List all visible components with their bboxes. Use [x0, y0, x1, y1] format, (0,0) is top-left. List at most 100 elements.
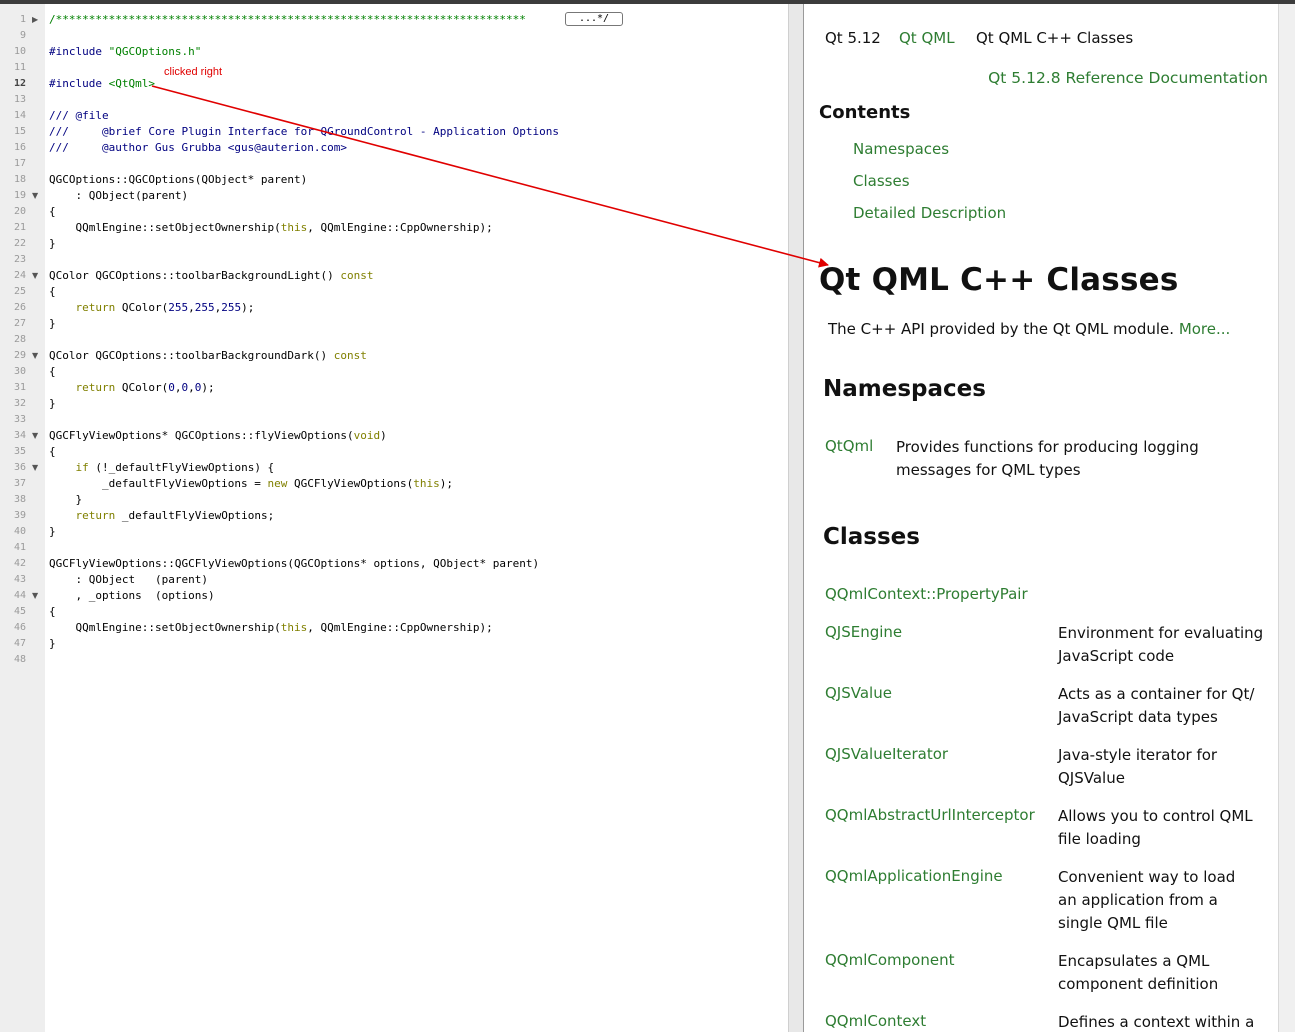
- code-line[interactable]: if (!_defaultFlyViewOptions) {: [49, 460, 275, 476]
- namespaces-heading: Namespaces: [823, 376, 986, 402]
- code-line[interactable]: QColor QGCOptions::toolbarBackgroundLigh…: [49, 268, 374, 284]
- reference-doc-link[interactable]: Qt 5.12.8 Reference Documentation: [988, 69, 1268, 87]
- pane-splitter[interactable]: [788, 4, 804, 1032]
- fold-collapse-icon[interactable]: ▼: [32, 588, 40, 604]
- code-line[interactable]: }: [49, 492, 82, 508]
- class-description: Java-style iterator for QJSValue: [1058, 746, 1218, 787]
- fold-collapse-icon[interactable]: ▼: [32, 348, 40, 364]
- code-line[interactable]: /***************************************…: [49, 12, 526, 28]
- line-number: 35: [13, 446, 26, 457]
- breadcrumb-module-link[interactable]: Qt QML: [899, 29, 955, 47]
- code-token: );: [439, 477, 454, 490]
- fold-expand-icon[interactable]: ▶: [32, 12, 40, 28]
- code-token: QGCOptions::QGCOptions(QObject* parent): [49, 173, 308, 186]
- line-number: 34: [13, 430, 26, 441]
- code-line[interactable]: QQmlEngine::setObjectOwnership(this, QQm…: [49, 620, 492, 636]
- code-token: return: [75, 509, 116, 522]
- code-line[interactable]: QGCFlyViewOptions::QGCFlyViewOptions(QGC…: [49, 556, 539, 572]
- fold-collapse-icon[interactable]: ▼: [32, 460, 40, 476]
- code-token: this: [413, 477, 440, 490]
- code-line[interactable]: QColor QGCOptions::toolbarBackgroundDark…: [49, 348, 367, 364]
- code-editor[interactable]: 1 ▶ 9 10 11 12 13 14 15 16 17 18 19 ▼ 20 21 22 23 24 ▼ 25 26 2…: [0, 4, 788, 1032]
- fold-collapse-icon[interactable]: ▼: [32, 188, 40, 204]
- help-scrollbar[interactable]: [1278, 4, 1295, 1032]
- code-line[interactable]: }: [49, 524, 56, 540]
- class-link[interactable]: QQmlApplicationEngine: [825, 867, 1003, 885]
- code-line[interactable]: /// @brief Core Plugin Interface for QGr…: [49, 124, 559, 140]
- code-line[interactable]: : QObject (parent): [49, 572, 207, 588]
- code-token: "QGCOptions.h": [108, 45, 202, 58]
- toc-classes-link[interactable]: Classes: [853, 172, 910, 190]
- code-line[interactable]: }: [49, 636, 56, 652]
- line-number: 32: [13, 398, 26, 409]
- line-number: 38: [13, 494, 26, 505]
- code-line[interactable]: }: [49, 396, 56, 412]
- code-line[interactable]: return QColor(0,0,0);: [49, 380, 215, 396]
- line-number: 20: [13, 206, 26, 217]
- class-link[interactable]: QQmlContext: [825, 1012, 926, 1030]
- code-token: ,: [188, 301, 195, 314]
- code-line[interactable]: _defaultFlyViewOptions = new QGCFlyViewO…: [49, 476, 453, 492]
- folded-comment-marker[interactable]: ...*/: [565, 12, 623, 26]
- code-line[interactable]: {: [49, 444, 56, 460]
- line-number: 41: [13, 542, 26, 553]
- code-token: /// @brief Core Plugin Interface for QGr…: [49, 125, 559, 138]
- code-token: : QObject(parent): [49, 189, 189, 202]
- code-line[interactable]: QQmlEngine::setObjectOwnership(this, QQm…: [49, 220, 493, 236]
- code-token: }: [49, 237, 56, 250]
- code-area[interactable]: /***************************************…: [49, 4, 788, 1032]
- line-number: 23: [13, 254, 26, 265]
- namespace-link[interactable]: QtQml: [825, 437, 873, 455]
- code-line[interactable]: #include "QGCOptions.h": [49, 44, 201, 60]
- code-line[interactable]: }: [49, 236, 56, 252]
- code-token: /// @author Gus Grubba <gus@auterion.com…: [49, 141, 348, 154]
- more-link[interactable]: More...: [1179, 320, 1231, 338]
- code-token: const: [333, 349, 367, 362]
- code-token: QColor(: [115, 301, 169, 314]
- toc-namespaces-link[interactable]: Namespaces: [853, 140, 949, 158]
- code-token: _defaultFlyViewOptions;: [115, 509, 275, 522]
- class-link[interactable]: QQmlComponent: [825, 951, 954, 969]
- code-token: <QtQml>: [108, 77, 155, 90]
- code-line[interactable]: /// @author Gus Grubba <gus@auterion.com…: [49, 140, 347, 156]
- line-number: 11: [13, 62, 26, 73]
- line-number: 42: [13, 558, 26, 569]
- fold-collapse-icon[interactable]: ▼: [32, 428, 40, 444]
- code-token: {: [49, 605, 56, 618]
- line-number: 22: [13, 238, 26, 249]
- code-line[interactable]: /// @file: [49, 108, 109, 124]
- code-line[interactable]: QGCOptions::QGCOptions(QObject* parent): [49, 172, 307, 188]
- breadcrumb-page: Qt QML C++ Classes: [976, 29, 1134, 47]
- code-line[interactable]: {: [49, 204, 56, 220]
- line-number: 19: [13, 190, 26, 201]
- toc-detailed-description-link[interactable]: Detailed Description: [853, 204, 1006, 222]
- code-token: , QQmlEngine::CppOwnership);: [307, 221, 493, 234]
- line-number: 14: [13, 110, 26, 121]
- code-line[interactable]: return _defaultFlyViewOptions;: [49, 508, 275, 524]
- code-line[interactable]: #include <QtQml>: [49, 76, 155, 92]
- class-link[interactable]: QJSEngine: [825, 623, 902, 641]
- class-link[interactable]: QQmlContext::PropertyPair: [825, 585, 1028, 603]
- code-line[interactable]: }: [49, 316, 56, 332]
- code-line[interactable]: : QObject(parent): [49, 188, 188, 204]
- code-line[interactable]: {: [49, 604, 56, 620]
- class-link[interactable]: QJSValueIterator: [825, 745, 948, 763]
- class-description: Defines a context within a: [1058, 1013, 1255, 1031]
- code-line[interactable]: return QColor(255,255,255);: [49, 300, 255, 316]
- class-link[interactable]: QQmlAbstractUrlInterceptor: [825, 806, 1035, 824]
- line-number: 13: [13, 94, 26, 105]
- code-line[interactable]: QGCFlyViewOptions* QGCOptions::flyViewOp…: [49, 428, 387, 444]
- code-line[interactable]: {: [49, 284, 56, 300]
- class-link[interactable]: QJSValue: [825, 684, 892, 702]
- code-line[interactable]: {: [49, 364, 56, 380]
- fold-collapse-icon[interactable]: ▼: [32, 268, 40, 284]
- help-pane: Qt 5.12 Qt QML Qt QML C++ Classes Qt 5.1…: [804, 4, 1278, 1032]
- click-annotation: clicked right: [164, 66, 223, 78]
- classes-heading: Classes: [823, 524, 920, 550]
- line-number: 33: [13, 414, 26, 425]
- code-line[interactable]: , _options (options): [49, 588, 214, 604]
- code-token: QColor QGCOptions::toolbarBackgroundDark…: [49, 349, 334, 362]
- code-token: (!_defaultFlyViewOptions) {: [88, 461, 275, 474]
